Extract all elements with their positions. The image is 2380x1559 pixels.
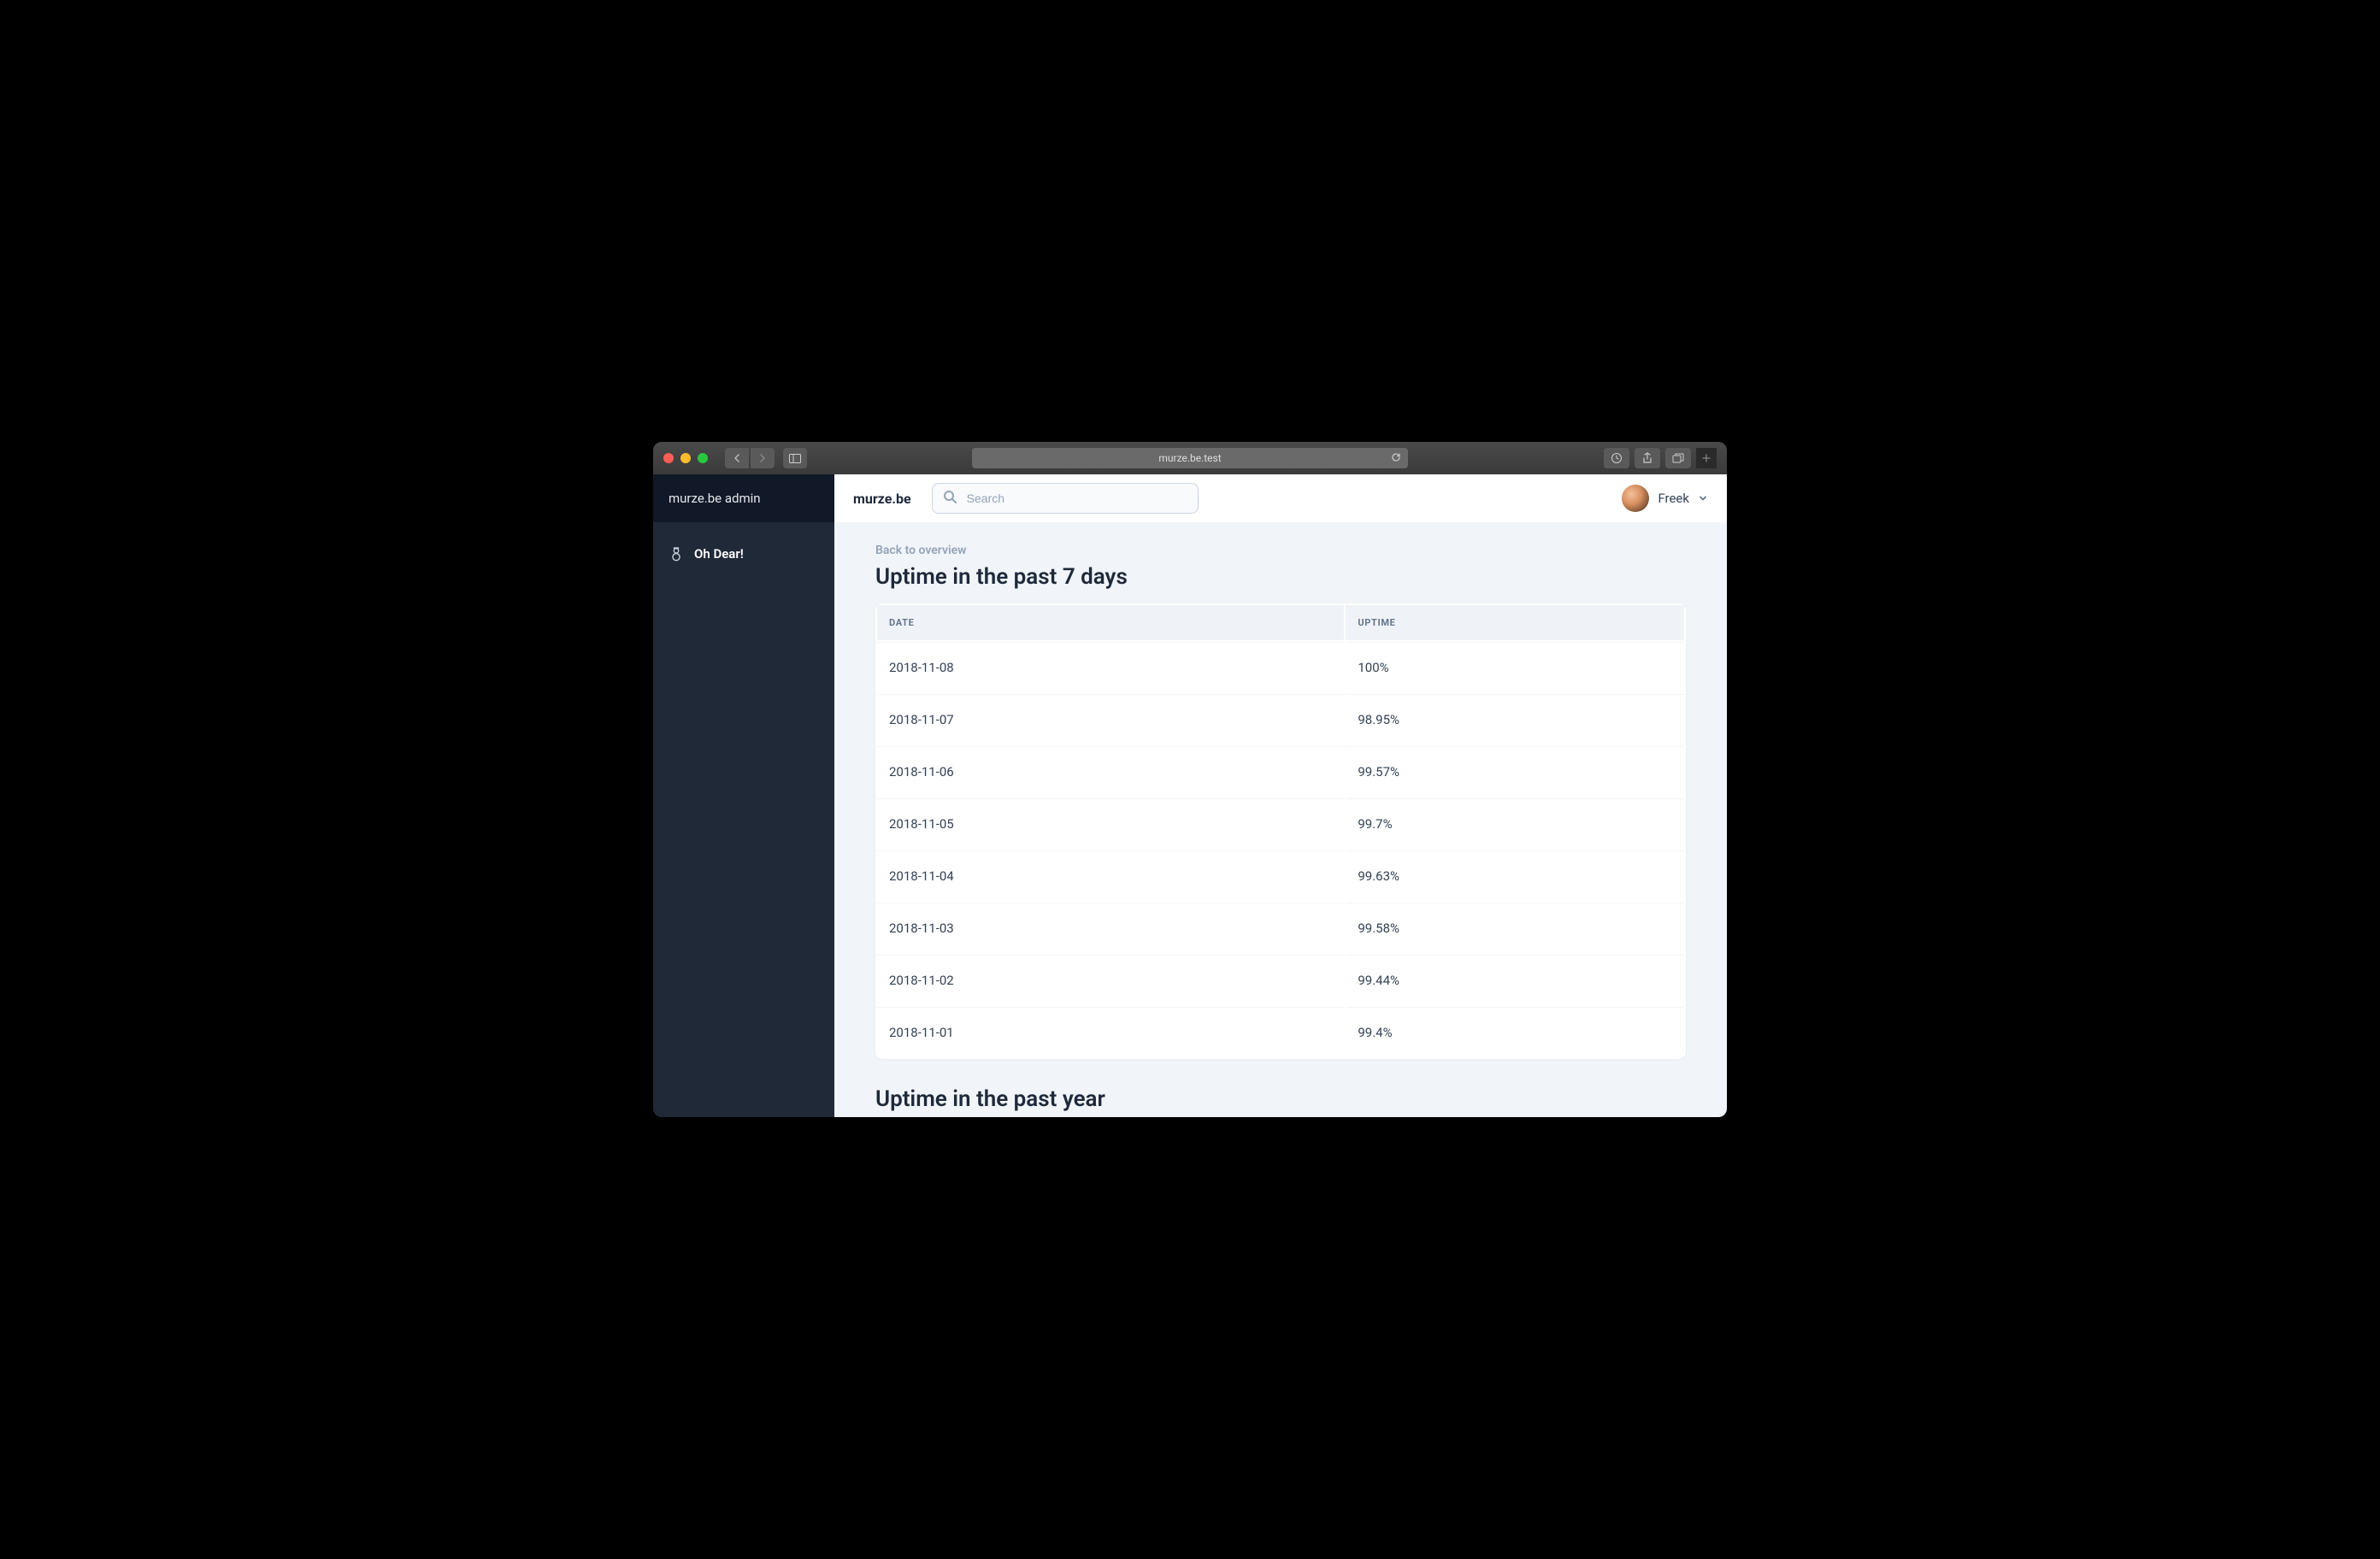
- browser-titlebar: murze.be.test: [653, 442, 1727, 474]
- table-row[interactable]: 2018-11-06 99.57%: [877, 746, 1684, 797]
- cell-date: 2018-11-01: [877, 1007, 1344, 1057]
- reload-icon: [1391, 452, 1401, 462]
- browser-window: murze.be.test murze.be admin: [653, 442, 1727, 1117]
- cell-date: 2018-11-08: [877, 642, 1344, 692]
- cell-date: 2018-11-06: [877, 746, 1344, 797]
- privacy-button[interactable]: [1604, 448, 1629, 468]
- uptime-7days-table: DATE UPTIME 2018-11-08 100% 2018-11-07 9…: [875, 603, 1686, 1059]
- cell-uptime: 100%: [1346, 642, 1684, 692]
- chevron-left-icon: [733, 453, 741, 463]
- close-window-button[interactable]: [663, 453, 674, 463]
- cell-date: 2018-11-04: [877, 850, 1344, 901]
- table-row[interactable]: 2018-11-03 99.58%: [877, 903, 1684, 953]
- cell-uptime: 99.58%: [1346, 903, 1684, 953]
- table-header-row: DATE UPTIME: [877, 605, 1684, 640]
- url-text: murze.be.test: [1158, 452, 1221, 464]
- cell-date: 2018-11-07: [877, 694, 1344, 744]
- main: murze.be Freek Back to overview Uptime i…: [834, 474, 1727, 1117]
- avatar: [1622, 485, 1649, 512]
- topbar: murze.be Freek: [834, 474, 1727, 522]
- table-row[interactable]: 2018-11-04 99.63%: [877, 850, 1684, 901]
- sidebar-header[interactable]: murze.be admin: [653, 474, 834, 522]
- user-menu[interactable]: Freek: [1622, 485, 1708, 512]
- table-row[interactable]: 2018-11-07 98.95%: [877, 694, 1684, 744]
- sidebar-title: murze.be admin: [669, 491, 761, 506]
- window-controls: [663, 453, 708, 463]
- plus-icon: [1702, 454, 1711, 462]
- minimize-window-button[interactable]: [680, 453, 691, 463]
- cell-uptime: 99.7%: [1346, 798, 1684, 849]
- sidebar-item-oh-dear[interactable]: Oh Dear!: [669, 539, 819, 568]
- new-tab-button[interactable]: [1696, 448, 1717, 468]
- tabs-icon: [1672, 453, 1684, 463]
- forward-button[interactable]: [751, 448, 775, 468]
- table-row[interactable]: 2018-11-05 99.7%: [877, 798, 1684, 849]
- section-title-7days: Uptime in the past 7 days: [875, 564, 1686, 590]
- user-name: Freek: [1658, 491, 1689, 506]
- cell-uptime: 98.95%: [1346, 694, 1684, 744]
- browser-toolbar-right: [1604, 448, 1717, 468]
- app-body: murze.be admin Oh Dear! murze.be: [653, 474, 1727, 1117]
- chevron-right-icon: [758, 453, 767, 463]
- sidebar-item-label: Oh Dear!: [694, 546, 744, 562]
- reload-button[interactable]: [1391, 452, 1401, 465]
- shield-icon: [1611, 452, 1623, 464]
- app-title: murze.be: [853, 491, 911, 507]
- cell-date: 2018-11-02: [877, 955, 1344, 1005]
- cell-uptime: 99.57%: [1346, 746, 1684, 797]
- search-icon: [942, 489, 957, 508]
- chevron-down-icon: [1698, 493, 1708, 503]
- content: Back to overview Uptime in the past 7 da…: [834, 522, 1727, 1117]
- share-icon: [1642, 452, 1652, 464]
- sidebar-icon: [789, 454, 801, 463]
- table-row[interactable]: 2018-11-08 100%: [877, 642, 1684, 692]
- browser-sidebar-toggle[interactable]: [783, 448, 807, 468]
- table-row[interactable]: 2018-11-02 99.44%: [877, 955, 1684, 1005]
- share-button[interactable]: [1635, 448, 1660, 468]
- search-wrap: [932, 483, 1199, 514]
- cell-date: 2018-11-05: [877, 798, 1344, 849]
- search-input[interactable]: [932, 483, 1199, 514]
- cell-uptime: 99.4%: [1346, 1007, 1684, 1057]
- sidebar-nav: Oh Dear!: [653, 522, 834, 585]
- cell-date: 2018-11-03: [877, 903, 1344, 953]
- column-header-uptime: UPTIME: [1346, 605, 1684, 640]
- snowman-icon: [669, 546, 684, 562]
- section-title-year: Uptime in the past year: [875, 1086, 1686, 1112]
- url-bar[interactable]: murze.be.test: [972, 448, 1408, 468]
- back-to-overview-link[interactable]: Back to overview: [875, 544, 966, 557]
- sidebar: murze.be admin Oh Dear!: [653, 474, 834, 1117]
- cell-uptime: 99.63%: [1346, 850, 1684, 901]
- back-button[interactable]: [725, 448, 749, 468]
- maximize-window-button[interactable]: [698, 453, 708, 463]
- tabs-button[interactable]: [1665, 448, 1691, 468]
- table-row[interactable]: 2018-11-01 99.4%: [877, 1007, 1684, 1057]
- cell-uptime: 99.44%: [1346, 955, 1684, 1005]
- column-header-date: DATE: [877, 605, 1344, 640]
- browser-nav-buttons: [725, 448, 775, 468]
